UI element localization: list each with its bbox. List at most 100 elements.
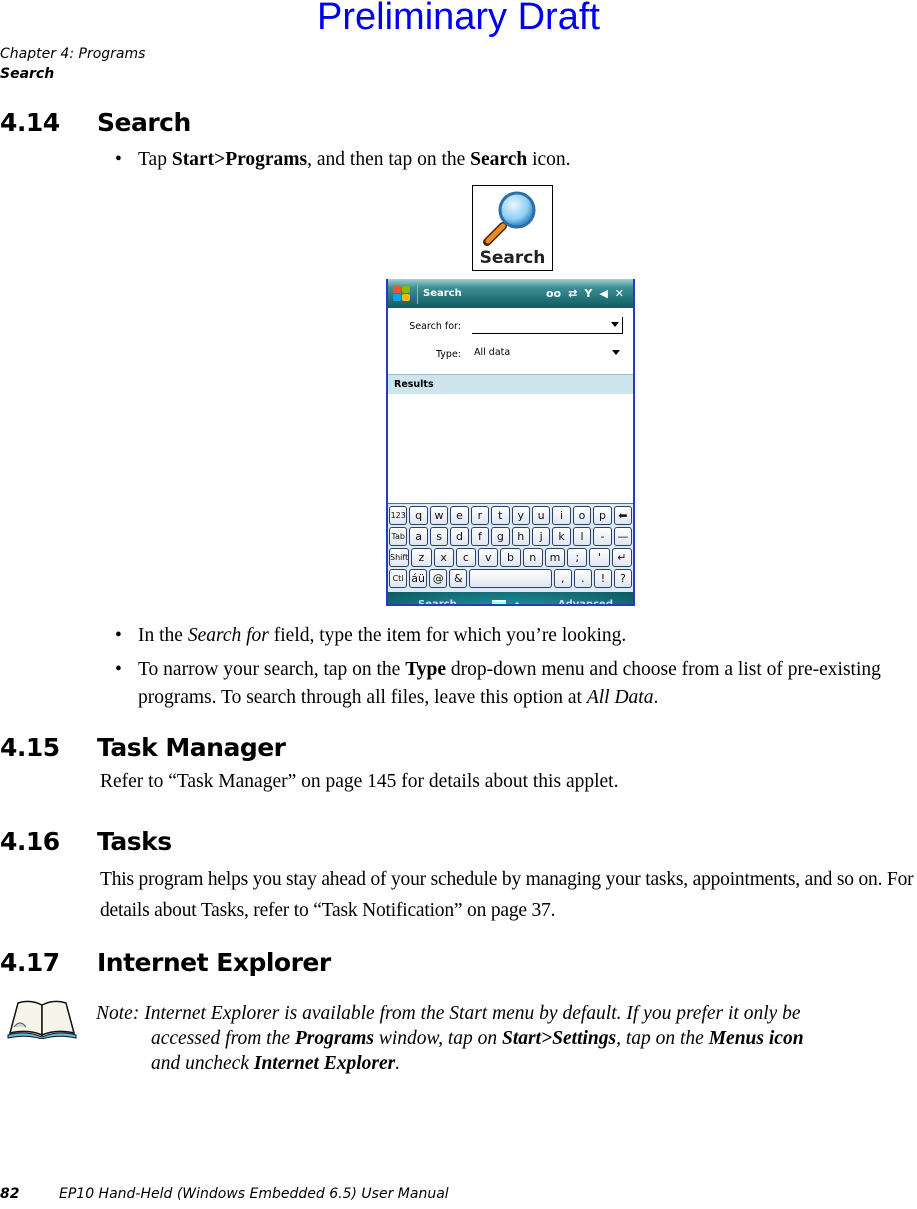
key[interactable]: a bbox=[409, 527, 428, 546]
key[interactable]: b bbox=[500, 548, 521, 567]
key[interactable]: , bbox=[553, 569, 572, 588]
soft-keyboard: 123 q w e r t y u i o p ⬅ Tab a s d f g h j k l - — Shift z x c v b n m… bbox=[388, 503, 633, 592]
heading-4-15: 4.15 Task Manager bbox=[0, 733, 286, 762]
watermark: Preliminary Draft bbox=[317, 0, 600, 38]
note-block: Note: Internet Explorer is available fro… bbox=[96, 1001, 906, 1076]
key[interactable]: t bbox=[491, 506, 510, 525]
note-line-3: and uncheck Internet Explorer. bbox=[151, 1053, 401, 1074]
key[interactable]: . bbox=[573, 569, 592, 588]
key[interactable]: i bbox=[552, 506, 571, 525]
key[interactable]: w bbox=[429, 506, 449, 525]
note-line-1: Note: Internet Explorer is available fro… bbox=[96, 1003, 801, 1024]
key[interactable]: v bbox=[478, 548, 499, 567]
page-number: 82 bbox=[0, 1186, 20, 1202]
chevron-down-icon[interactable] bbox=[611, 322, 619, 327]
key[interactable]: f bbox=[470, 527, 490, 546]
close-icon[interactable]: ✕ bbox=[615, 287, 624, 300]
heading-4-17: 4.17 Internet Explorer bbox=[0, 948, 331, 977]
key[interactable]: j bbox=[531, 527, 551, 546]
key[interactable]: e bbox=[450, 506, 469, 525]
search-icon-label: Search bbox=[479, 248, 546, 268]
type-label: Type: bbox=[435, 349, 461, 360]
heading-4-16: 4.16 Tasks bbox=[0, 827, 172, 856]
section-title: Search bbox=[97, 108, 191, 137]
speaker-icon[interactable]: ◀ bbox=[599, 287, 607, 300]
heading-4-14: 4.14 Search bbox=[0, 108, 191, 137]
signal-icon[interactable]: Y bbox=[584, 287, 592, 300]
magnifier-icon bbox=[483, 191, 536, 246]
key[interactable]: ; bbox=[567, 548, 588, 567]
device-screenshot: Search ᴏᴏ ⇄ Y ◀ ✕ Search for: Type: All … bbox=[386, 279, 635, 606]
key[interactable]: Ctl bbox=[389, 569, 408, 588]
key[interactable]: g bbox=[491, 527, 510, 546]
key[interactable]: @ bbox=[429, 569, 448, 588]
input-panel-toggle[interactable] bbox=[492, 599, 523, 604]
running-header: Chapter 4: Programs Search bbox=[0, 44, 145, 84]
tasks-paragraph: This program helps you stay ahead of you… bbox=[100, 869, 914, 921]
key[interactable]: c bbox=[455, 548, 477, 567]
note-line-2: accessed from the Programs window, tap o… bbox=[151, 1028, 804, 1049]
section-title: Task Manager bbox=[97, 733, 286, 762]
manual-title: EP10 Hand-Held (Windows Embedded 6.5) Us… bbox=[59, 1186, 449, 1202]
key[interactable]: ⬅ bbox=[613, 506, 633, 525]
title-bar: Search ᴏᴏ ⇄ Y ◀ ✕ bbox=[388, 279, 633, 308]
key[interactable]: x bbox=[433, 548, 454, 567]
keyboard-row: Tab a s d f g h j k l - — bbox=[389, 527, 633, 546]
results-list[interactable] bbox=[388, 394, 633, 503]
key[interactable]: o bbox=[572, 506, 592, 525]
chapter-label: Chapter 4: Programs bbox=[0, 46, 146, 62]
windows-start-icon[interactable] bbox=[393, 285, 411, 302]
key[interactable]: k bbox=[552, 527, 571, 546]
key[interactable]: s bbox=[429, 527, 449, 546]
key[interactable]: z bbox=[411, 548, 432, 567]
key[interactable]: n bbox=[522, 548, 543, 567]
voicemail-icon[interactable]: ᴏᴏ bbox=[546, 287, 561, 300]
window-title: Search bbox=[423, 288, 462, 299]
section-number: 4.14 bbox=[0, 108, 60, 137]
key[interactable]: ? bbox=[613, 569, 633, 588]
key[interactable]: ! bbox=[593, 569, 612, 588]
key[interactable]: & bbox=[449, 569, 468, 588]
key[interactable]: r bbox=[470, 506, 490, 525]
title-separator bbox=[417, 283, 418, 304]
task-manager-paragraph: Refer to “Task Manager” on page 145 for … bbox=[100, 771, 619, 792]
key[interactable]: — bbox=[613, 527, 633, 546]
keyboard-icon bbox=[492, 599, 507, 604]
key[interactable]: y bbox=[511, 506, 530, 525]
key[interactable]: ' bbox=[589, 548, 610, 567]
key[interactable]: 123 bbox=[389, 506, 408, 525]
key[interactable]: p bbox=[593, 506, 612, 525]
key[interactable]: - bbox=[593, 527, 612, 546]
book-note-icon bbox=[7, 1000, 77, 1039]
arrow-up-icon bbox=[512, 601, 523, 604]
key[interactable]: ↵ bbox=[611, 548, 632, 567]
type-value: All data bbox=[474, 347, 511, 358]
keyboard-row: 123 q w e r t y u i o p ⬅ bbox=[389, 506, 633, 525]
page-footer: 82 EP10 Hand-Held (Windows Embedded 6.5) … bbox=[0, 1186, 449, 1202]
search-softkey[interactable]: Search bbox=[418, 599, 457, 605]
chevron-down-icon[interactable] bbox=[612, 350, 620, 355]
search-for-label: Search for: bbox=[409, 321, 461, 332]
search-app-icon[interactable]: Search bbox=[472, 185, 553, 271]
key[interactable]: áü bbox=[409, 569, 428, 588]
key[interactable]: Tab bbox=[389, 527, 408, 546]
keyboard-row: Ctl áü @ & ,.!? bbox=[389, 569, 633, 588]
advanced-softkey[interactable]: Advanced bbox=[558, 599, 613, 605]
key[interactable]: m bbox=[544, 548, 566, 567]
key[interactable] bbox=[469, 569, 552, 588]
key[interactable]: Shift bbox=[389, 548, 410, 567]
key[interactable]: u bbox=[531, 506, 551, 525]
key[interactable]: d bbox=[450, 527, 469, 546]
section-title: Tasks bbox=[97, 827, 172, 856]
type-dropdown[interactable]: All data bbox=[472, 345, 623, 361]
search-for-row: Search for: bbox=[388, 312, 633, 340]
type-row: Type: All data bbox=[388, 340, 633, 368]
key[interactable]: l bbox=[572, 527, 592, 546]
sync-icon[interactable]: ⇄ bbox=[568, 287, 577, 300]
soft-key-bar: Search Advanced bbox=[388, 592, 633, 605]
results-header: Results bbox=[388, 374, 633, 394]
key[interactable]: h bbox=[511, 527, 530, 546]
search-for-input[interactable] bbox=[472, 317, 623, 334]
section-number: 4.15 bbox=[0, 733, 60, 762]
key[interactable]: q bbox=[409, 506, 428, 525]
